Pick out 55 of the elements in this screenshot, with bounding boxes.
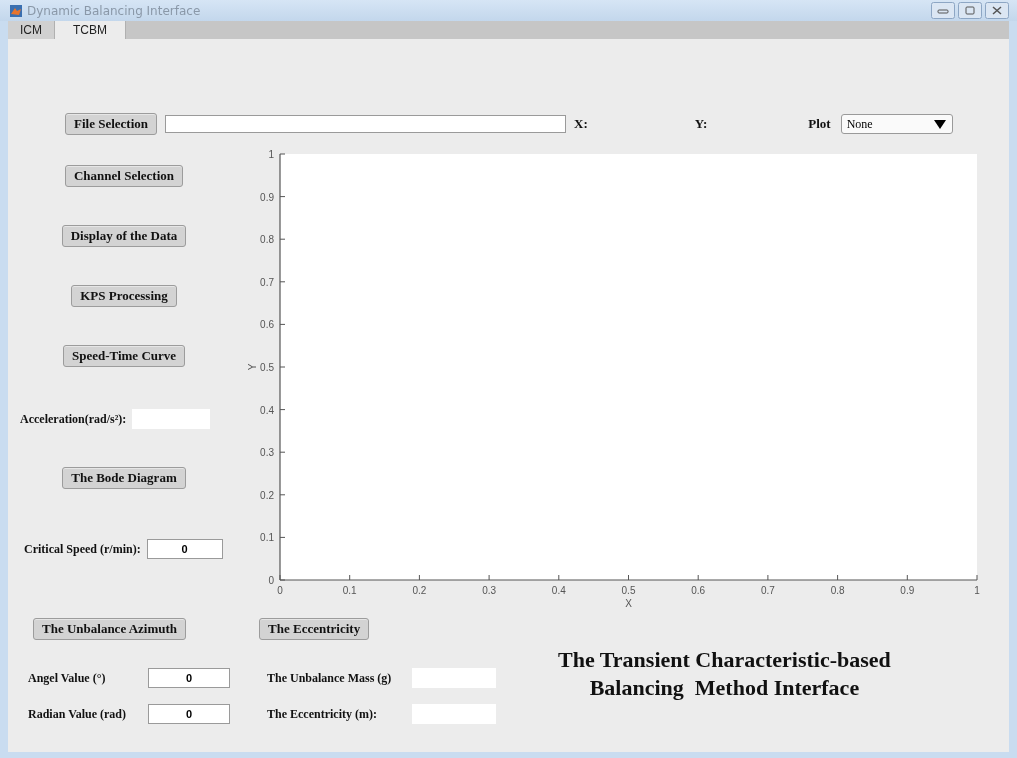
minimize-icon[interactable]	[931, 2, 955, 19]
y-tick-label: 0.8	[260, 234, 274, 246]
file-selection-button[interactable]: File Selection	[65, 113, 157, 135]
y-tick-label: 0.4	[260, 404, 274, 416]
x-tick-label: 0.8	[830, 585, 845, 596]
eccentricity-button[interactable]: The Eccentricity	[259, 618, 370, 640]
x-tick-label: 0.1	[342, 585, 357, 596]
value-field[interactable]: 0	[148, 704, 230, 724]
y-axis-label: Y	[247, 363, 258, 371]
unbalance-azimuth-button[interactable]: The Unbalance Azimuth	[33, 618, 187, 640]
y-label: Y:	[694, 116, 708, 132]
interface-title: The Transient Characteristic-based	[558, 646, 891, 674]
y-tick-label: 0.5	[260, 362, 274, 373]
action-button[interactable]: Speed-Time Curve	[62, 345, 186, 367]
file-path-field[interactable]	[165, 115, 566, 133]
critical-speed-field[interactable]: 0	[146, 539, 223, 559]
action-button[interactable]: KPS Processing	[71, 285, 177, 307]
field-label: Radian Value (rad)	[27, 706, 128, 722]
tab[interactable]: TCBM	[55, 21, 126, 39]
field-label: The Eccentricity (m):	[267, 706, 378, 722]
y-tick-label: 0.9	[260, 191, 274, 203]
field-label: Angel Value (°)	[27, 670, 107, 686]
acceleration-label: Acceleration(rad/s²):	[20, 411, 127, 427]
x-tick-label: 0.7	[760, 585, 775, 596]
x-axis-label: X	[625, 598, 632, 609]
x-tick-label: 0.3	[482, 585, 497, 596]
y-tick-label: 0.3	[260, 447, 274, 459]
critical-speed-label: Critical Speed (r/min):	[24, 541, 141, 557]
y-tick-label: 0.1	[260, 532, 274, 544]
bode-diagram-button[interactable]: The Bode Diagram	[62, 467, 186, 489]
x-tick-label: 0.2	[412, 585, 427, 596]
x-label: X:	[574, 116, 588, 132]
y-tick-label: 0.6	[260, 319, 274, 331]
y-tick-label: 0.2	[260, 489, 274, 501]
app-icon	[10, 4, 22, 17]
plot-label: Plot	[808, 116, 831, 132]
x-tick-label: 0.4	[551, 585, 566, 596]
x-tick-label: 0	[277, 585, 283, 596]
y-tick-label: 0.7	[260, 276, 274, 288]
window-title: Dynamic Balancing Interface	[27, 3, 201, 18]
plot-dropdown[interactable]: None	[840, 114, 953, 134]
action-button[interactable]: Display of the Data	[61, 225, 187, 247]
dropdown-arrow-icon	[933, 119, 946, 129]
x-tick-label: 0.6	[691, 585, 706, 596]
field-label: The Unbalance Mass (g)	[267, 670, 393, 686]
x-tick-label: 0.5	[621, 585, 636, 596]
y-tick-label: 1	[268, 149, 274, 160]
y-tick-label: 0	[268, 575, 274, 586]
tab[interactable]: ICM	[8, 21, 55, 39]
interface-title: Balancing Method Interface	[589, 674, 860, 702]
value-field[interactable]: 0	[148, 668, 230, 688]
action-button[interactable]: Channel Selection	[64, 165, 183, 187]
close-icon[interactable]	[985, 2, 1009, 19]
x-tick-label: 0.9	[900, 585, 915, 596]
x-tick-label: 1	[974, 585, 980, 596]
